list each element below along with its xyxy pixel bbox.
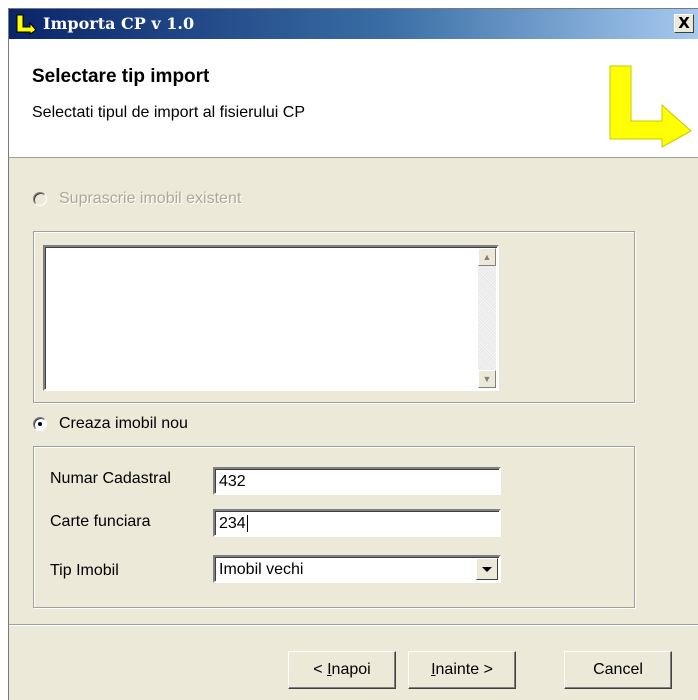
tip-selected-value: Imobil vechi xyxy=(219,561,304,578)
cadastral-label: Numar Cadastral xyxy=(50,470,171,487)
window-title: Importa CP v 1.0 xyxy=(43,14,195,33)
button-separator xyxy=(9,624,698,625)
create-radio[interactable] xyxy=(33,417,47,431)
overwrite-label: Suprascrie imobil existent xyxy=(59,190,242,207)
import-dialog: Importa CP v 1.0 X Selectare tip import … xyxy=(8,8,698,700)
app-logo-icon xyxy=(609,65,692,148)
carte-input[interactable]: 234 xyxy=(213,509,501,537)
step-title: Selectare tip import xyxy=(32,66,210,87)
chevron-down-icon[interactable] xyxy=(476,558,498,580)
tip-label: Tip Imobil xyxy=(50,562,119,579)
carte-label: Carte funciara xyxy=(50,513,151,530)
tip-select[interactable]: Imobil vechi xyxy=(213,555,501,583)
overwrite-option[interactable]: Suprascrie imobil existent xyxy=(33,190,241,208)
close-button[interactable]: X xyxy=(674,14,694,33)
cadastral-input[interactable]: 432 xyxy=(213,467,501,495)
title-bar[interactable]: Importa CP v 1.0 X xyxy=(9,9,698,39)
vertical-scrollbar[interactable]: ▲ ▼ xyxy=(478,248,496,388)
create-option[interactable]: Creaza imobil nou xyxy=(33,415,188,433)
back-button[interactable]: < Inapoi xyxy=(288,651,396,689)
next-button[interactable]: Inainte > xyxy=(408,651,516,689)
carte-value: 234 xyxy=(219,515,246,532)
existing-property-list[interactable]: ▲ ▼ xyxy=(43,245,499,391)
overwrite-radio[interactable] xyxy=(33,192,47,206)
scroll-up-icon[interactable]: ▲ xyxy=(478,248,496,266)
app-logo-icon xyxy=(16,14,37,35)
cancel-button[interactable]: Cancel xyxy=(564,651,672,689)
create-label: Creaza imobil nou xyxy=(59,415,188,432)
scroll-down-icon[interactable]: ▼ xyxy=(478,370,496,388)
step-subtitle: Selectati tipul de import al fisierului … xyxy=(32,104,306,121)
wizard-header: Selectare tip import Selectati tipul de … xyxy=(9,39,698,158)
